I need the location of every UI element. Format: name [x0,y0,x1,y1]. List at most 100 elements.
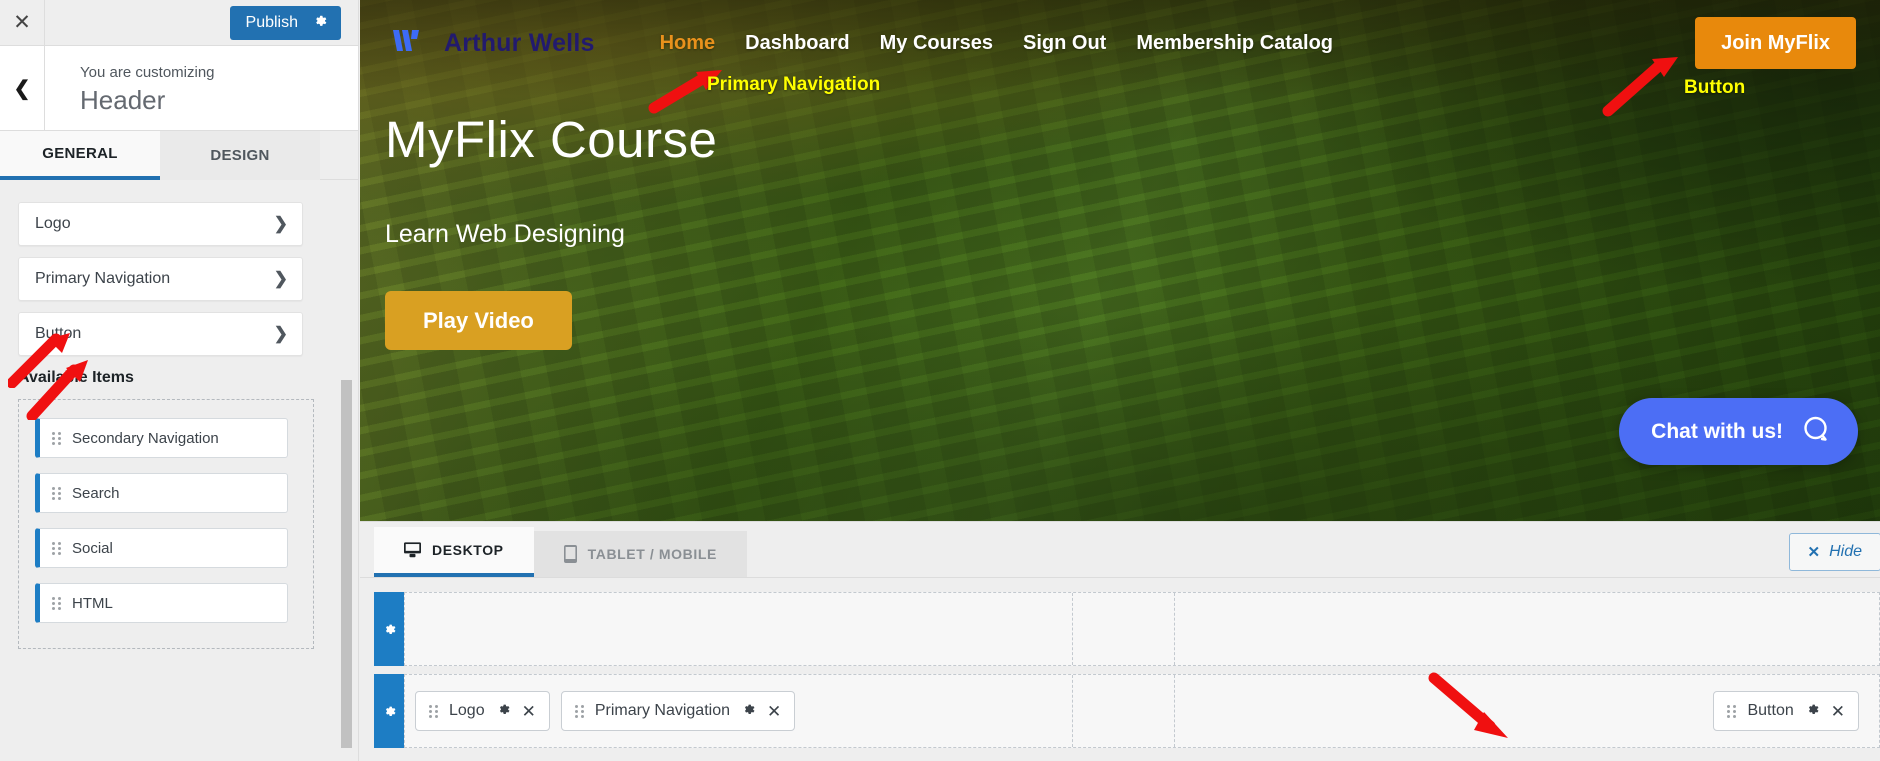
sidebar-scrollbar[interactable] [341,380,352,748]
hero-content: MyFlix Course Learn Web Designing Play V… [385,111,718,351]
sidebar-item-button[interactable]: Button ❯ [18,312,303,356]
sidebar-item-primary-navigation[interactable]: Primary Navigation ❯ [18,257,303,301]
tab-design-label: DESIGN [210,147,270,164]
tab-general-label: GENERAL [42,145,118,162]
chevron-left-icon[interactable]: ❮ [0,46,45,130]
annotation-label-primary-navigation: Primary Navigation [707,74,881,95]
gear-icon[interactable] [1805,702,1820,720]
drag-handle-icon[interactable] [574,704,584,718]
site-header: Arthur Wells Home Dashboard My Courses S… [360,0,1880,86]
drag-handle-icon[interactable] [52,431,61,445]
gear-icon[interactable] [741,702,756,720]
builder-device-tabs: DESKTOP TABLET / MOBILE ✕ Hide [360,522,1880,578]
annotation-label-button-header: Button [1684,77,1746,98]
hero-subtitle: Learn Web Designing [385,220,625,249]
close-icon: ✕ [1807,544,1821,561]
chevron-right-icon: ❯ [273,324,288,343]
tab-general[interactable]: GENERAL [0,131,160,180]
close-icon[interactable]: ✕ [522,703,536,720]
customizer-sidebar: ✕ Publish ❮ You are customizing Header G… [0,0,359,761]
hide-button[interactable]: ✕ Hide [1788,533,1880,571]
site-logo[interactable]: Arthur Wells [393,29,595,58]
panel-header-text: You are customizing Header [45,46,358,130]
available-item-label: Search [72,484,120,502]
nav-link-sign-out[interactable]: Sign Out [1023,32,1106,55]
gear-icon[interactable] [312,13,328,33]
builder-column-center[interactable] [1072,675,1174,747]
tab-design[interactable]: DESIGN [160,131,320,180]
nav-link-my-courses[interactable]: My Courses [880,32,993,55]
close-icon[interactable]: ✕ [0,0,45,45]
builder-column-left[interactable]: Logo ✕ Primary Navigation ✕ [405,675,1072,747]
customizer-body: Logo ❯ Primary Navigation ❯ Button ❯ Ava… [0,180,358,761]
play-video-button[interactable]: Play Video [385,291,572,351]
sidebar-item-label: Button [35,325,82,342]
available-item-social[interactable]: Social [35,528,288,568]
gear-icon[interactable] [374,592,404,666]
builder-row-main: Logo ✕ Primary Navigation ✕ Button ✕ [374,674,1880,748]
builder-column-right[interactable] [1174,593,1879,665]
drag-handle-icon[interactable] [1727,704,1737,718]
builder-column-right[interactable]: Button ✕ [1174,675,1879,747]
join-myflix-button[interactable]: Join MyFlix [1695,17,1856,69]
close-icon[interactable]: ✕ [1831,703,1845,720]
publish-button-label: Publish [245,13,298,31]
builder-row-top [374,592,1880,666]
tab-tablet-mobile[interactable]: TABLET / MOBILE [533,531,747,577]
builder-chip-label: Primary Navigation [594,702,730,719]
drag-handle-icon[interactable] [52,541,61,555]
publish-group: Publish [229,5,358,40]
sidebar-item-logo[interactable]: Logo ❯ [18,202,303,246]
hide-button-label: Hide [1829,543,1862,560]
available-item-secondary-navigation[interactable]: Secondary Navigation [35,418,288,458]
available-item-label: Social [72,539,113,557]
desktop-icon [404,542,421,558]
sidebar-item-label: Logo [35,215,71,232]
drag-handle-icon[interactable] [52,596,61,610]
customizing-label: You are customizing [80,64,215,81]
builder-row-columns [404,592,1880,666]
primary-navigation: Home Dashboard My Courses Sign Out Membe… [660,32,1333,55]
sidebar-item-label: Primary Navigation [35,270,171,287]
available-items-heading: Available Items [18,369,134,386]
w-logo-icon [393,30,419,51]
chevron-right-icon: ❯ [273,269,288,288]
gear-icon[interactable] [374,674,404,748]
nav-link-dashboard[interactable]: Dashboard [745,32,849,55]
builder-chip-button[interactable]: Button ✕ [1713,691,1859,731]
builder-chip-logo[interactable]: Logo ✕ [415,691,550,731]
builder-column-center[interactable] [1072,593,1174,665]
gear-icon[interactable] [496,702,511,720]
tab-tablet-mobile-label: TABLET / MOBILE [587,546,717,562]
publish-button[interactable]: Publish [229,5,341,40]
available-item-html[interactable]: HTML [35,583,288,623]
available-items-dropzone: Secondary Navigation Search Social HTML [18,399,314,649]
customizer-tabs: GENERAL DESIGN [0,131,358,180]
nav-link-home[interactable]: Home [660,32,716,55]
chevron-right-icon: ❯ [273,214,288,233]
mobile-icon [563,545,577,563]
builder-chip-label: Logo [449,702,485,719]
available-item-search[interactable]: Search [35,473,288,513]
close-icon[interactable]: ✕ [767,703,781,720]
site-preview: Arthur Wells Home Dashboard My Courses S… [360,0,1880,521]
header-builder-panel: DESKTOP TABLET / MOBILE ✕ Hide Logo ✕ Pr… [360,521,1880,761]
builder-rows: Logo ✕ Primary Navigation ✕ Button ✕ [360,592,1880,748]
builder-row-columns: Logo ✕ Primary Navigation ✕ Button ✕ [404,674,1880,748]
builder-chip-primary-navigation[interactable]: Primary Navigation ✕ [560,691,796,731]
customizer-panel-header: ❮ You are customizing Header [0,46,358,131]
chat-widget-button[interactable]: Chat with us! [1619,398,1858,465]
available-item-label: Secondary Navigation [72,429,219,447]
builder-column-left[interactable] [405,593,1072,665]
site-logo-text: Arthur Wells [444,28,595,57]
nav-link-membership-catalog[interactable]: Membership Catalog [1136,32,1333,55]
customizer-topbar: ✕ Publish [0,0,358,46]
tab-desktop-label: DESKTOP [432,542,504,558]
tab-desktop[interactable]: DESKTOP [374,527,534,577]
chat-widget-label: Chat with us! [1651,419,1783,443]
page-title: Header [80,85,166,115]
drag-handle-icon[interactable] [52,486,61,500]
drag-handle-icon[interactable] [429,704,438,718]
builder-chip-label: Button [1747,702,1794,719]
hero-title: MyFlix Course [385,111,718,168]
